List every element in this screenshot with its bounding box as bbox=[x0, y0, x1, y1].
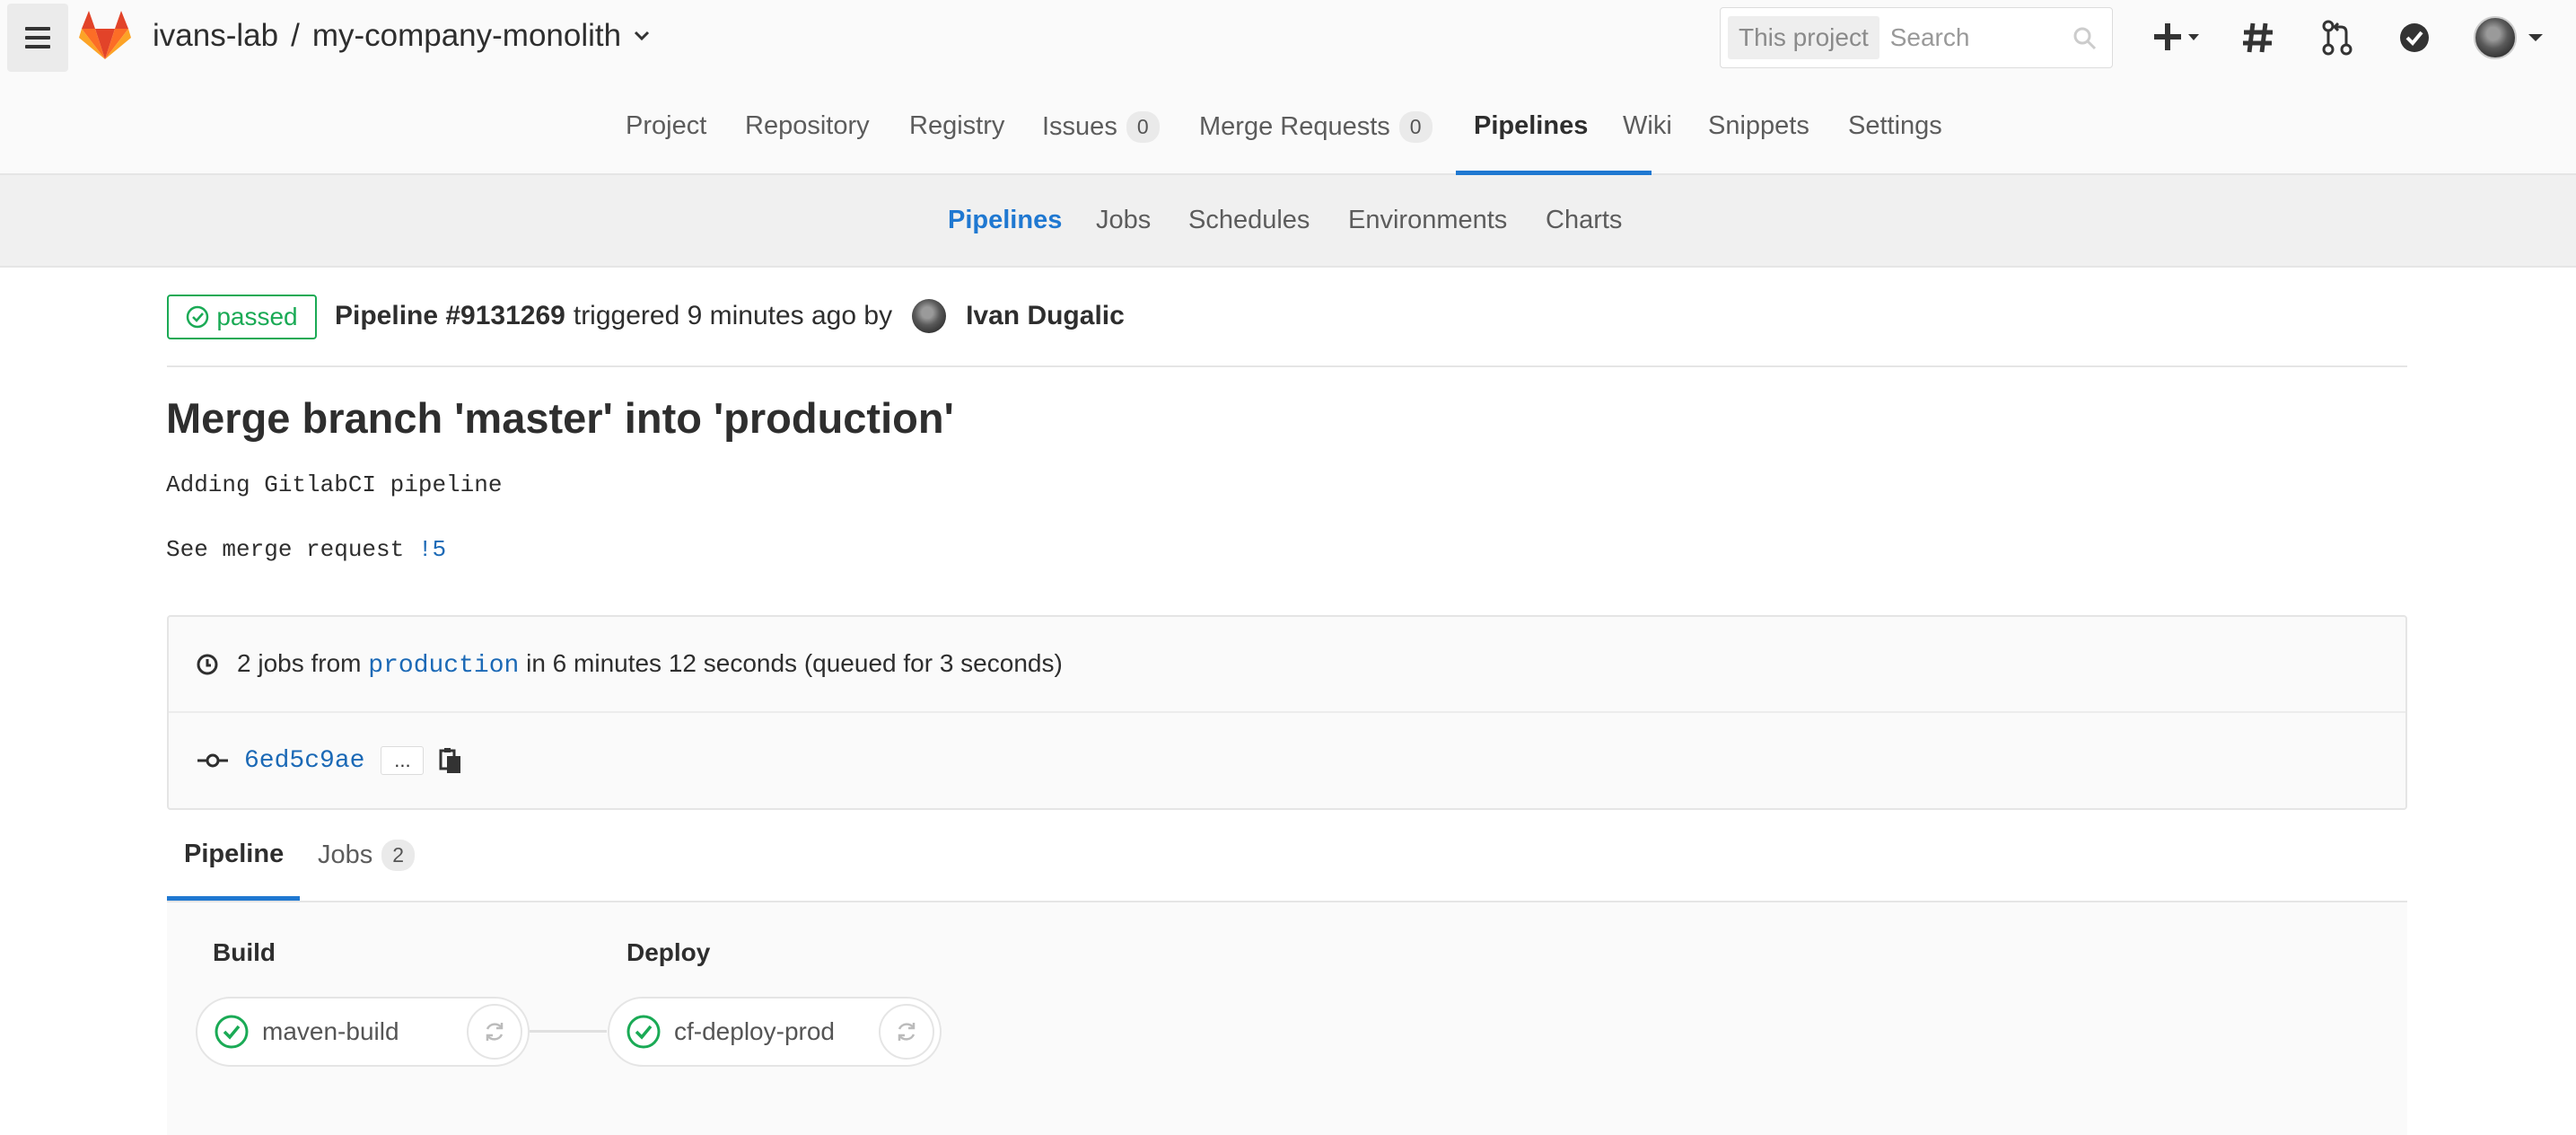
search-box[interactable]: This project bbox=[1720, 7, 2113, 68]
commit-title: Merge branch 'master' into 'production' bbox=[166, 394, 954, 442]
retry-icon bbox=[898, 1023, 916, 1041]
expand-commit-button[interactable]: ... bbox=[381, 746, 425, 775]
jobs-summary-text: 2 jobs from production in 6 minutes 12 s… bbox=[237, 649, 1063, 680]
subnav-schedules[interactable]: Schedules bbox=[1188, 206, 1310, 235]
description-text: See merge request bbox=[166, 536, 418, 563]
project-nav: Project Repository Registry Issues 0 Merg… bbox=[0, 77, 2576, 175]
new-dropdown-button[interactable] bbox=[2152, 16, 2206, 59]
nav-registry[interactable]: Registry bbox=[909, 111, 1004, 141]
tab-label: Jobs bbox=[318, 840, 373, 869]
job-maven-build[interactable]: maven-build bbox=[196, 997, 530, 1067]
subnav-charts[interactable]: Charts bbox=[1546, 206, 1622, 235]
nav-project[interactable]: Project bbox=[626, 111, 706, 141]
clock-icon bbox=[197, 654, 218, 675]
pipelines-sub-nav: Pipelines Jobs Schedules Environments Ch… bbox=[0, 175, 2576, 268]
retry-job-button[interactable] bbox=[467, 1004, 522, 1060]
nav-label: Repository bbox=[745, 111, 870, 140]
merge-requests-button[interactable] bbox=[2321, 16, 2353, 59]
job-name: cf-deploy-prod bbox=[674, 1017, 835, 1045]
merge-requests-count-badge: 0 bbox=[1398, 111, 1433, 143]
hamburger-menu-button[interactable] bbox=[7, 4, 68, 72]
job-name: maven-build bbox=[262, 1017, 399, 1045]
job-cf-deploy-prod[interactable]: cf-deploy-prod bbox=[608, 997, 942, 1067]
hash-icon bbox=[2243, 22, 2273, 53]
hamburger-icon-bar bbox=[25, 36, 50, 40]
gitlab-logo[interactable] bbox=[79, 11, 131, 61]
job-success-icon bbox=[215, 1015, 249, 1049]
tab-label: Pipeline bbox=[184, 840, 285, 868]
nav-label: Issues bbox=[1042, 112, 1117, 141]
jobs-count-badge: 2 bbox=[381, 840, 416, 871]
commit-description-line: See merge request !5 bbox=[166, 536, 446, 563]
nav-label: Settings bbox=[1848, 111, 1942, 140]
nav-label: Pipelines bbox=[1474, 111, 1589, 140]
jobs-summary-prefix: 2 jobs from bbox=[237, 649, 362, 677]
issues-count-badge: 0 bbox=[1126, 111, 1160, 143]
jobs-summary: 2 jobs from production in 6 minutes 12 s… bbox=[196, 649, 1063, 680]
triggered-text: triggered 9 minutes ago by bbox=[573, 301, 893, 330]
retry-job-button[interactable] bbox=[879, 1004, 934, 1060]
tab-pipeline[interactable]: Pipeline bbox=[184, 840, 284, 869]
subnav-jobs[interactable]: Jobs bbox=[1096, 206, 1151, 235]
commit-description-line: Adding GitlabCI pipeline bbox=[166, 471, 503, 498]
breadcrumb-separator: / bbox=[291, 18, 300, 53]
triggerer-name[interactable]: Ivan Dugalic bbox=[966, 301, 1125, 331]
status-badge[interactable]: passed bbox=[167, 295, 317, 339]
project-breadcrumb[interactable]: ivans-lab / my-company-monolith bbox=[153, 18, 650, 54]
nav-label: Merge Requests bbox=[1199, 112, 1390, 141]
search-input[interactable] bbox=[1889, 23, 2061, 52]
branch-link[interactable]: production bbox=[368, 652, 519, 680]
copy-clipboard-icon[interactable] bbox=[438, 746, 465, 775]
chevron-down-icon[interactable] bbox=[634, 31, 650, 41]
top-header: ivans-lab / my-company-monolith This pro… bbox=[0, 0, 2576, 77]
activity-button[interactable] bbox=[2240, 16, 2276, 59]
project-name[interactable]: my-company-monolith bbox=[312, 18, 621, 54]
merge-request-icon bbox=[2322, 20, 2353, 56]
status-label: passed bbox=[216, 303, 298, 330]
subnav-environments[interactable]: Environments bbox=[1348, 206, 1507, 235]
nav-wiki[interactable]: Wiki bbox=[1623, 111, 1672, 141]
status-success-icon bbox=[187, 305, 209, 329]
retry-icon bbox=[486, 1023, 504, 1041]
merge-request-link[interactable]: !5 bbox=[418, 536, 446, 563]
commit-icon bbox=[197, 753, 228, 768]
job-success-icon bbox=[626, 1015, 661, 1049]
commit-row: 6ed5c9ae ... bbox=[197, 746, 465, 775]
nav-issues[interactable]: Issues 0 bbox=[1042, 111, 1160, 143]
nav-label: Snippets bbox=[1708, 111, 1809, 140]
user-menu-button[interactable] bbox=[2474, 16, 2545, 59]
tab-jobs[interactable]: Jobs 2 bbox=[318, 840, 416, 871]
plus-icon bbox=[2154, 23, 2199, 50]
pipeline-id: Pipeline #9131269 bbox=[335, 301, 565, 330]
nav-snippets[interactable]: Snippets bbox=[1708, 111, 1809, 141]
stage-title-deploy: Deploy bbox=[626, 938, 711, 966]
todos-button[interactable] bbox=[2396, 16, 2432, 59]
info-box-divider bbox=[169, 711, 2405, 713]
nav-settings[interactable]: Settings bbox=[1848, 111, 1942, 141]
hamburger-icon-bar bbox=[25, 45, 50, 48]
group-name[interactable]: ivans-lab bbox=[153, 18, 278, 54]
nav-repository[interactable]: Repository bbox=[745, 111, 870, 141]
search-scope-badge[interactable]: This project bbox=[1728, 16, 1879, 59]
pipeline-graph: Build Deploy maven-build cf-deploy-prod bbox=[167, 902, 2407, 1135]
stage-title-build: Build bbox=[213, 938, 276, 966]
search-icon bbox=[2073, 27, 2097, 50]
nav-label: Project bbox=[626, 111, 707, 140]
header-divider bbox=[167, 365, 2407, 367]
nav-label: Wiki bbox=[1623, 111, 1672, 140]
chevron-down-icon bbox=[2528, 34, 2543, 41]
commit-sha-link[interactable]: 6ed5c9ae bbox=[244, 747, 364, 775]
jobs-summary-suffix: in 6 minutes 12 seconds (queued for 3 se… bbox=[526, 649, 1063, 677]
pipeline-info: Pipeline #9131269 triggered 9 minutes ag… bbox=[335, 299, 1125, 333]
subnav-pipelines[interactable]: Pipelines bbox=[948, 206, 1062, 235]
triggerer-avatar[interactable] bbox=[912, 299, 947, 333]
pipeline-info-box: 2 jobs from production in 6 minutes 12 s… bbox=[167, 615, 2407, 810]
nav-label: Registry bbox=[909, 111, 1005, 140]
nav-merge-requests[interactable]: Merge Requests 0 bbox=[1199, 111, 1433, 143]
stage-connector bbox=[530, 1030, 607, 1033]
user-avatar bbox=[2474, 16, 2517, 59]
nav-pipelines[interactable]: Pipelines bbox=[1474, 111, 1588, 141]
hamburger-icon-bar bbox=[25, 27, 50, 31]
todo-check-icon bbox=[2400, 23, 2429, 52]
